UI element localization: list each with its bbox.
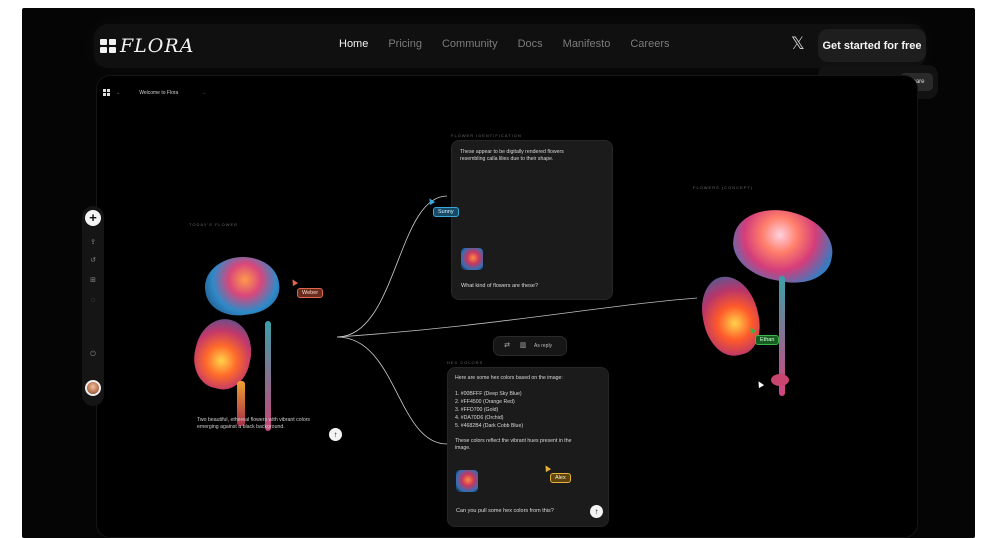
hex-color-4: 4. #DA70D6 (Orchid): [455, 415, 504, 421]
link-left-to-top: [336, 195, 448, 338]
flower-thumbnail: [461, 248, 483, 270]
flower-stem: [771, 374, 789, 386]
flower-image-right[interactable]: [693, 196, 847, 414]
identification-question: What kind of flowers are these?: [461, 283, 539, 289]
power-icon[interactable]: ⏻: [88, 350, 98, 360]
nav-manifesto[interactable]: Manifesto: [563, 38, 611, 50]
node-label-flower-identification: FLOWER IDENTIFICATION: [451, 133, 522, 138]
flower-cap: [187, 313, 259, 395]
workflow-canvas[interactable]: ⌄ Welcome to Flora → TODAY'S FLOWER Two …: [96, 75, 918, 538]
grid-icon[interactable]: ⊞: [88, 276, 98, 286]
flower-stem: [265, 321, 271, 431]
nav-links: Home Pricing Community Docs Manifesto Ca…: [339, 38, 669, 50]
get-started-button[interactable]: Get started for free: [818, 29, 926, 62]
layout-icon[interactable]: ▥: [518, 341, 528, 351]
hex-question: Can you pull some hex colors from this?: [456, 508, 554, 514]
reply-mode-select[interactable]: As reply: [534, 343, 552, 349]
node-label-flowers-concept: FLOWERS (CONCEPT): [693, 185, 754, 190]
nav-docs[interactable]: Docs: [518, 38, 543, 50]
hex-outro: These colors reflect the vibrant hues pr…: [455, 438, 572, 452]
history-icon[interactable]: ↺: [88, 256, 98, 266]
cursor-tag-alex: Alex: [550, 473, 571, 483]
node-label-hex-colors: HEX COLORS: [447, 360, 484, 365]
cursor-tag-ethan: Ethan: [755, 335, 780, 345]
x-icon[interactable]: 𝕏: [791, 34, 805, 54]
nav-pricing[interactable]: Pricing: [388, 38, 422, 50]
upload-icon[interactable]: ⇪: [88, 238, 98, 248]
hex-colors-card[interactable]: Here are some hex colors based on the im…: [447, 367, 609, 527]
send-arrow-icon[interactable]: ↑: [590, 505, 603, 518]
hex-color-3: 3. #FFD700 (Gold): [455, 407, 499, 413]
swap-icon[interactable]: ⇄: [502, 341, 512, 351]
flower-cap: [695, 271, 766, 361]
top-navbar: FLORA Home Pricing Community Docs Manife…: [94, 24, 926, 68]
reply-control-bar: ⇄ ▥ As reply: [493, 336, 567, 356]
link-left-to-bottom: [336, 336, 448, 445]
flora-logo[interactable]: FLORA: [100, 35, 194, 57]
flower-cap: [201, 252, 283, 320]
plus-icon[interactable]: +: [85, 210, 101, 226]
comment-icon[interactable]: ◌: [88, 296, 98, 306]
nav-home[interactable]: Home: [339, 38, 368, 50]
hex-color-5: 5. #4682B4 (Dark Cobb Blue): [455, 423, 524, 429]
hex-intro: Here are some hex colors based on the im…: [455, 375, 563, 381]
left-toolbar: + ⇪ ↺ ⊞ ◌ ⏻: [82, 206, 104, 406]
link-left-to-right: [336, 297, 698, 338]
left-node-caption: Two beautiful, ethereal flowers with vib…: [197, 417, 311, 431]
user-avatar[interactable]: [85, 380, 101, 396]
nav-community[interactable]: Community: [442, 38, 498, 50]
cursor-tag-weber: Weber: [297, 288, 324, 298]
identification-answer: These appear to be digitally rendered fl…: [460, 149, 564, 163]
hex-color-2: 2. #FF4500 (Orange Red): [455, 399, 515, 405]
app-frame: FLORA Home Pricing Community Docs Manife…: [22, 8, 975, 538]
brand-name: FLORA: [120, 35, 195, 57]
left-node-send-icon[interactable]: ↑: [329, 428, 342, 441]
hex-color-1: 1. #00BFFF (Deep Sky Blue): [455, 391, 522, 397]
cursor-tag-sunny: Sunny: [433, 207, 459, 217]
flower-identification-card[interactable]: These appear to be digitally rendered fl…: [451, 140, 613, 300]
flora-logo-icon: [100, 39, 116, 53]
nav-careers[interactable]: Careers: [630, 38, 669, 50]
flower-thumbnail: [456, 470, 478, 492]
node-label-todays-flower: TODAY'S FLOWER: [189, 222, 239, 227]
